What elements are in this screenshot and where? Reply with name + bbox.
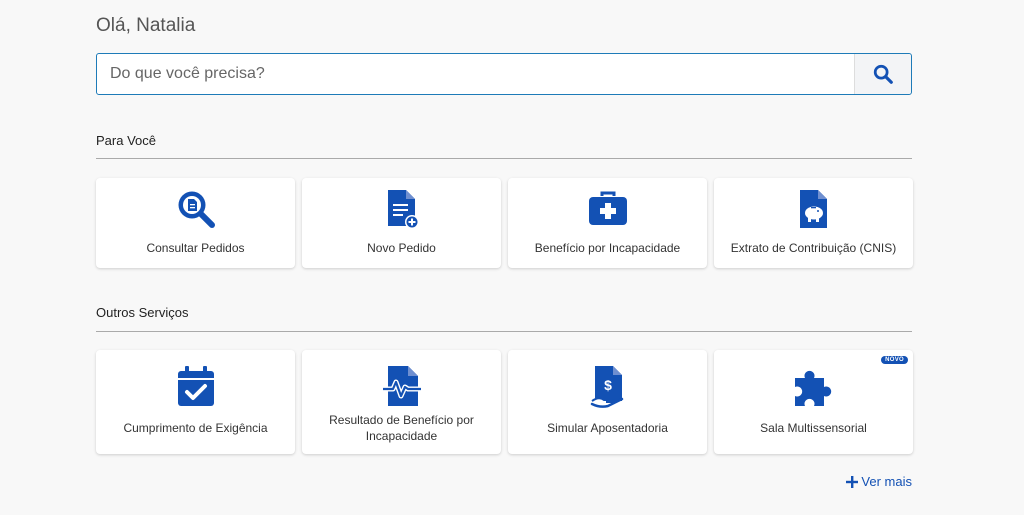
card-label: Sala Multissensorial (760, 421, 867, 435)
card-sala-multissensorial[interactable]: NOVO Sala Multissensorial (714, 350, 913, 454)
document-pulse-icon (382, 363, 422, 409)
divider (96, 331, 912, 332)
card-novo-pedido[interactable]: Novo Pedido (302, 178, 501, 268)
card-label: Simular Aposentadoria (547, 421, 668, 435)
magnifier-document-icon (175, 188, 217, 230)
document-add-icon (384, 188, 420, 230)
card-label: Novo Pedido (367, 241, 436, 255)
card-cumprimento-exigencia[interactable]: Cumprimento de Exigência (96, 350, 295, 454)
greeting: Olá, Natalia (96, 15, 196, 36)
card-resultado-beneficio[interactable]: Resultado de Benefício por Incapacidade (302, 350, 501, 454)
card-label: Benefício por Incapacidade (534, 241, 681, 255)
svg-text:$: $ (604, 377, 612, 393)
cards-para-voce: Consultar Pedidos Novo Pedido Benefício … (96, 178, 913, 268)
search-input[interactable] (97, 54, 854, 94)
search-button[interactable] (854, 54, 911, 94)
plus-icon (846, 475, 859, 488)
section-title-para-voce: Para Você (96, 133, 156, 148)
card-simular-aposentadoria[interactable]: $ Simular Aposentadoria (508, 350, 707, 454)
document-money-hand-icon: $ (590, 363, 626, 409)
card-label: Cumprimento de Exigência (123, 421, 268, 435)
calendar-check-icon (176, 363, 216, 409)
search-icon (873, 64, 893, 84)
divider (96, 158, 912, 159)
medical-kit-icon (587, 188, 629, 230)
document-piggy-bank-icon (796, 188, 832, 230)
ver-mais-label: Ver mais (861, 474, 912, 489)
card-consultar-pedidos[interactable]: Consultar Pedidos (96, 178, 295, 268)
cards-outros-servicos: Cumprimento de Exigência Resultado de Be… (96, 350, 913, 454)
new-badge: NOVO (881, 356, 908, 364)
card-beneficio-incapacidade[interactable]: Benefício por Incapacidade (508, 178, 707, 268)
card-label: Consultar Pedidos (146, 241, 245, 255)
section-title-outros-servicos: Outros Serviços (96, 305, 189, 320)
puzzle-piece-icon (791, 363, 837, 409)
search-bar (96, 53, 912, 95)
card-extrato-contribuicao[interactable]: Extrato de Contribuição (CNIS) (714, 178, 913, 268)
ver-mais-link[interactable]: Ver mais (846, 474, 912, 489)
card-label: Resultado de Benefício por Incapacidade (329, 413, 474, 443)
card-label: Extrato de Contribuição (CNIS) (730, 241, 897, 255)
